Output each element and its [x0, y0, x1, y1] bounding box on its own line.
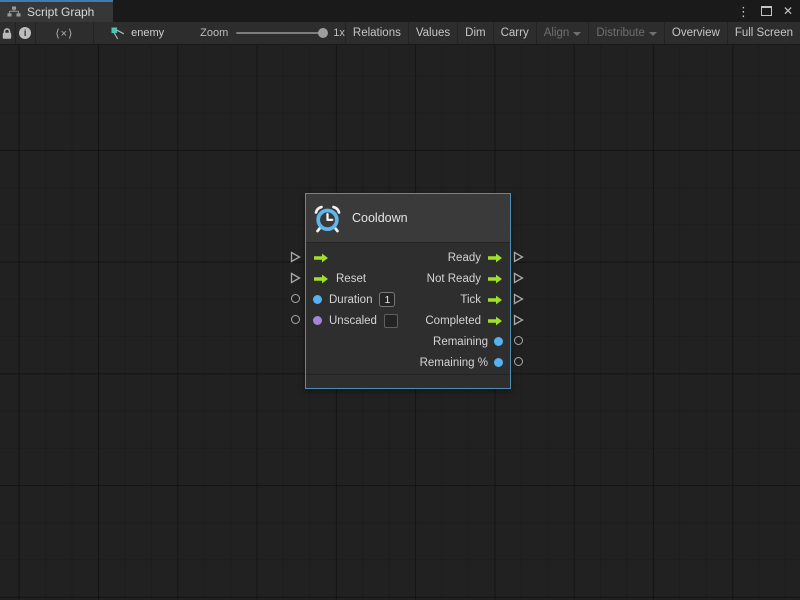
- relations-button-label: Relations: [353, 27, 401, 39]
- external-value-port-icon[interactable]: [291, 315, 300, 324]
- external-flow-port-icon[interactable]: [290, 272, 301, 284]
- graph-hierarchy-icon: [7, 6, 21, 18]
- value-input-port-icon[interactable]: [313, 316, 322, 325]
- tab-script-graph[interactable]: Script Graph: [0, 0, 113, 22]
- carry-button[interactable]: Carry: [493, 22, 536, 44]
- zoom-slider-handle[interactable]: [318, 28, 328, 38]
- code-view-toggle-button[interactable]: ⟨×⟩: [36, 22, 94, 44]
- dim-button-label: Dim: [465, 27, 485, 39]
- port-row: Unscaled Completed: [306, 310, 510, 331]
- port-label-remaining: Remaining: [433, 336, 488, 348]
- port-row: Duration Tick: [306, 289, 510, 310]
- window-controls: ⋮ ✕: [737, 0, 793, 22]
- external-flow-port-icon[interactable]: [513, 314, 524, 326]
- external-flow-port-icon[interactable]: [513, 251, 524, 263]
- duration-value-field[interactable]: [379, 292, 395, 307]
- graph-canvas[interactable]: Cooldown Ready: [0, 45, 800, 600]
- node-footer: [306, 374, 510, 388]
- lock-button[interactable]: [0, 22, 16, 44]
- flow-output-port-icon[interactable]: [487, 253, 503, 263]
- port-label-duration: Duration: [329, 294, 372, 306]
- overview-button-label: Overview: [672, 27, 720, 39]
- external-value-port-icon[interactable]: [291, 294, 300, 303]
- node-port-rows: Ready Reset Not Ready: [306, 243, 510, 373]
- cooldown-node-header[interactable]: Cooldown: [306, 194, 510, 243]
- values-button[interactable]: Values: [408, 22, 457, 44]
- port-label-completed: Completed: [425, 315, 481, 327]
- close-icon[interactable]: ✕: [783, 5, 793, 17]
- external-value-port-icon[interactable]: [514, 336, 523, 345]
- port-label-ready: Ready: [448, 252, 481, 264]
- flow-input-port-icon[interactable]: [313, 253, 329, 263]
- full-screen-button[interactable]: Full Screen: [727, 22, 800, 44]
- info-icon: i: [19, 27, 31, 39]
- alarm-clock-icon: [313, 204, 342, 233]
- port-row: Reset Not Ready: [306, 268, 510, 289]
- port-label-not-ready: Not Ready: [427, 273, 481, 285]
- external-flow-port-icon[interactable]: [513, 293, 524, 305]
- zoom-label: Zoom: [200, 27, 228, 39]
- flow-output-port-icon[interactable]: [487, 274, 503, 284]
- external-flow-port-icon[interactable]: [513, 272, 524, 284]
- breadcrumb[interactable]: enemy: [111, 22, 164, 44]
- zoom-slider-track[interactable]: [236, 32, 324, 34]
- flow-input-port-icon[interactable]: [313, 274, 329, 284]
- port-row: Remaining %: [306, 352, 510, 373]
- port-row: Remaining: [306, 331, 510, 352]
- flow-output-port-icon[interactable]: [487, 316, 503, 326]
- align-button-label: Align: [544, 27, 570, 39]
- flow-output-port-icon[interactable]: [487, 295, 503, 305]
- value-input-port-icon[interactable]: [313, 295, 322, 304]
- port-label-reset: Reset: [336, 273, 366, 285]
- value-output-port-icon[interactable]: [494, 337, 503, 346]
- values-button-label: Values: [416, 27, 450, 39]
- unscaled-checkbox[interactable]: [384, 314, 398, 328]
- chevron-down-icon: [649, 32, 657, 36]
- port-label-remaining-percent: Remaining %: [420, 357, 488, 369]
- graph-toolbar: i ⟨×⟩ enemy Zoom 1x Relations Values Dim: [0, 22, 800, 45]
- tab-label: Script Graph: [27, 5, 94, 19]
- inspector-toggle-button[interactable]: i: [16, 22, 36, 44]
- external-value-port-icon[interactable]: [514, 357, 523, 366]
- external-flow-port-icon[interactable]: [290, 251, 301, 263]
- code-brackets-icon: ⟨×⟩: [55, 27, 73, 40]
- breadcrumb-label: enemy: [131, 27, 164, 39]
- lock-icon: [1, 27, 13, 40]
- distribute-dropdown-button: Distribute: [588, 22, 664, 44]
- carry-button-label: Carry: [501, 27, 529, 39]
- port-label-tick: Tick: [460, 294, 481, 306]
- zoom-control: Zoom 1x: [200, 22, 345, 44]
- overview-button[interactable]: Overview: [664, 22, 727, 44]
- window-menu-icon[interactable]: ⋮: [737, 5, 750, 18]
- zoom-value: 1x: [333, 27, 345, 39]
- chevron-down-icon: [573, 32, 581, 36]
- port-label-unscaled: Unscaled: [329, 315, 377, 327]
- toolbar-right-buttons: Relations Values Dim Carry Align Distrib…: [345, 22, 800, 44]
- relations-button[interactable]: Relations: [345, 22, 408, 44]
- full-screen-button-label: Full Screen: [735, 27, 793, 39]
- distribute-button-label: Distribute: [596, 27, 645, 39]
- dim-button[interactable]: Dim: [457, 22, 492, 44]
- port-row: Ready: [306, 247, 510, 268]
- cooldown-node[interactable]: Cooldown Ready: [305, 193, 511, 389]
- node-title: Cooldown: [352, 211, 408, 225]
- window-tab-bar: Script Graph ⋮ ✕: [0, 0, 800, 22]
- value-output-port-icon[interactable]: [494, 358, 503, 367]
- script-graph-asset-icon: [111, 27, 126, 40]
- maximize-icon[interactable]: [761, 6, 772, 16]
- align-dropdown-button: Align: [536, 22, 589, 44]
